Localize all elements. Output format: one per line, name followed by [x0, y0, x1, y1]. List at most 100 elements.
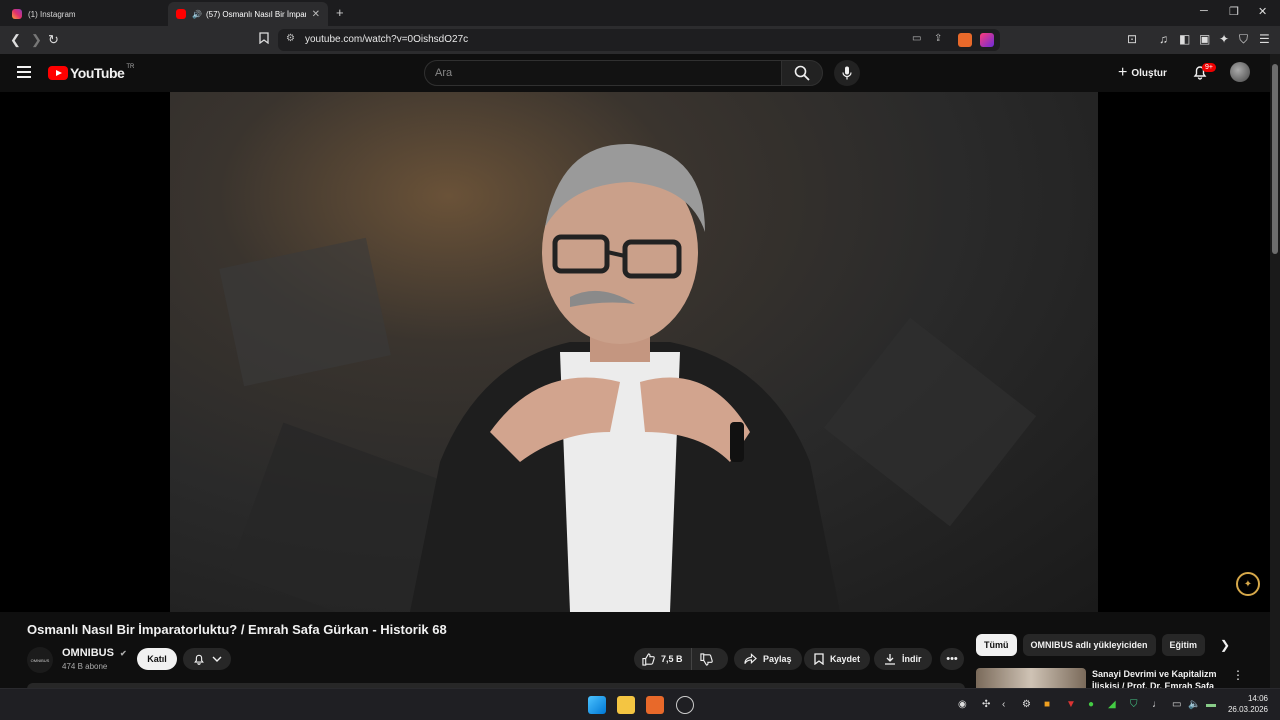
save-button[interactable]: Kaydet: [804, 648, 871, 670]
bookmark-icon: [814, 653, 824, 665]
recommended-video[interactable]: Sanayi Devrimi ve Kapitalizm İlişkisi / …: [976, 668, 1266, 688]
page-scrollbar[interactable]: [1270, 54, 1280, 688]
volume-icon[interactable]: 🔈: [1188, 699, 1200, 710]
video-title: Osmanlı Nasıl Bir İmparatorluktu? / Emra…: [27, 622, 447, 637]
video-frame: [170, 92, 1098, 612]
like-count: 7,5 B: [661, 654, 683, 664]
create-label: Oluştur: [1131, 67, 1167, 79]
browser-toolbar: ❮ ❯ ↻ ⚙ youtube.com/watch?v=0OishsdO27c …: [0, 26, 1280, 54]
chip-education[interactable]: Eğitim: [1161, 634, 1206, 656]
save-label: Kaydet: [830, 654, 861, 664]
tray-app-icon[interactable]: ■: [1044, 699, 1050, 710]
bookmark-icon[interactable]: [259, 32, 269, 47]
instagram-icon: [12, 9, 22, 19]
battery-icon[interactable]: ▬: [1206, 699, 1216, 710]
menu-icon[interactable]: ☰: [1259, 32, 1270, 46]
video-speaker-figure: [410, 143, 840, 612]
youtube-logo[interactable]: YouTube TR: [48, 64, 134, 81]
minimize-icon[interactable]: ─: [1200, 5, 1208, 17]
recommended-thumbnail[interactable]: [976, 668, 1086, 688]
tray-chevron-icon[interactable]: ‹: [1002, 699, 1005, 710]
create-button[interactable]: + Oluştur: [1118, 62, 1167, 84]
search-box[interactable]: [424, 60, 782, 86]
tab-youtube-active[interactable]: 🔊 (57) Osmanlı Nasıl Bir İmparat ✕: [168, 2, 328, 26]
tray-app-icon[interactable]: ✣: [982, 699, 990, 710]
like-dislike-group: 7,5 B: [634, 648, 728, 670]
new-tab-icon[interactable]: +: [336, 5, 344, 20]
tray-app-icon[interactable]: ▼: [1066, 699, 1076, 710]
close-window-icon[interactable]: ✕: [1258, 5, 1267, 18]
channel-name[interactable]: OMNIBUS: [62, 647, 114, 659]
account-avatar[interactable]: [1230, 62, 1250, 82]
youtube-favicon-icon: [176, 9, 186, 19]
reload-icon[interactable]: ↻: [48, 32, 59, 48]
site-info-icon[interactable]: ⚙: [286, 33, 295, 44]
tray-app-icon[interactable]: ◢: [1108, 699, 1116, 710]
brave-rewards-icon[interactable]: [980, 33, 994, 47]
voice-search-button[interactable]: [834, 60, 860, 86]
kebab-menu-icon[interactable]: ⋮: [1232, 668, 1244, 682]
address-bar[interactable]: ⚙ youtube.com/watch?v=0OishsdO27c ▭ ⇪: [278, 29, 1000, 51]
search-button[interactable]: [781, 60, 823, 86]
clock-app-icon[interactable]: [676, 696, 694, 714]
wallet-icon[interactable]: ▣: [1199, 32, 1210, 46]
related-filter-chips: Tümü OMNIBUS adlı yükleyiciden Eğitim: [976, 634, 1211, 656]
guide-menu-icon[interactable]: [17, 66, 31, 78]
download-label: İndir: [902, 654, 922, 664]
browser-tab-strip: (1) Instagram 🔊 (57) Osmanlı Nasıl Bir İ…: [0, 0, 1280, 26]
cast-icon[interactable]: ▭: [912, 33, 921, 44]
tab-title: (57) Osmanlı Nasıl Bir İmparat: [205, 9, 306, 19]
tab-title: (1) Instagram: [28, 9, 76, 19]
logo-text: YouTube: [70, 65, 125, 81]
tray-security-icon[interactable]: ⛉: [1130, 699, 1138, 710]
thumbs-down-icon: [699, 652, 713, 666]
like-button[interactable]: 7,5 B: [634, 648, 692, 670]
start-menu-icon[interactable]: [588, 696, 606, 714]
forward-icon[interactable]: ❯: [31, 32, 42, 48]
clock-time: 14:06: [1247, 694, 1268, 703]
chevron-down-icon: [212, 656, 221, 662]
youtube-header: YouTube TR + Oluştur: [0, 54, 1270, 92]
sidebar-toggle-icon[interactable]: ◧: [1179, 32, 1190, 46]
tray-app-icon[interactable]: ◉: [958, 699, 967, 710]
subscription-menu-button[interactable]: [183, 648, 231, 670]
download-button[interactable]: İndir: [874, 648, 932, 670]
share-icon: [744, 653, 757, 664]
tray-app-icon[interactable]: ⚙: [1022, 699, 1031, 710]
dislike-button[interactable]: [692, 652, 721, 666]
more-actions-icon[interactable]: •••: [940, 648, 964, 670]
chevron-right-icon[interactable]: ❯: [1220, 638, 1230, 652]
back-icon[interactable]: ❮: [10, 32, 21, 48]
leo-ai-icon[interactable]: ✦: [1219, 32, 1229, 46]
brave-shields-icon[interactable]: [958, 33, 972, 47]
close-tab-icon[interactable]: ✕: [312, 9, 320, 20]
tray-app-icon[interactable]: ●: [1088, 699, 1094, 710]
share-page-icon[interactable]: ⇪: [934, 33, 942, 44]
vpn-icon[interactable]: ⛉: [1239, 32, 1248, 47]
restore-icon[interactable]: ❐: [1229, 5, 1239, 18]
microphone-icon: [842, 66, 852, 80]
tab-search-icon[interactable]: ⊡: [1127, 32, 1137, 46]
verified-badge-icon: ✔: [120, 649, 127, 658]
windows-taskbar: ◉ ✣ ‹ ⚙ ■ ▼ ● ◢ ⛉ ♩ ▭ 🔈 ▬ 14:06 26.03.20…: [0, 688, 1280, 720]
bell-icon: [193, 654, 204, 665]
media-icon[interactable]: ♫: [1159, 32, 1168, 46]
join-button[interactable]: Katıl: [137, 648, 177, 670]
brave-browser-icon[interactable]: [646, 696, 664, 714]
miniplayer-toggle-icon[interactable]: ✦: [1236, 572, 1260, 596]
system-clock[interactable]: 14:06 26.03.2026: [1224, 693, 1268, 715]
tray-microphone-icon[interactable]: ♩: [1152, 699, 1162, 710]
channel-name-wrap[interactable]: OMNIBUS ✔: [62, 647, 127, 659]
recommended-title[interactable]: Sanayi Devrimi ve Kapitalizm İlişkisi / …: [1092, 668, 1222, 688]
share-button[interactable]: Paylaş: [734, 648, 802, 670]
file-explorer-icon[interactable]: [617, 696, 635, 714]
chip-all[interactable]: Tümü: [976, 634, 1017, 656]
video-player[interactable]: ✦: [0, 92, 1270, 612]
network-icon[interactable]: ▭: [1172, 699, 1181, 710]
search-input[interactable]: [425, 61, 781, 85]
chip-from-uploader[interactable]: OMNIBUS adlı yükleyiciden: [1022, 634, 1156, 656]
download-icon: [885, 654, 895, 665]
audio-playing-icon[interactable]: 🔊: [192, 10, 202, 19]
channel-avatar[interactable]: OMNIBUS: [27, 647, 53, 673]
tab-instagram[interactable]: (1) Instagram: [4, 2, 164, 26]
